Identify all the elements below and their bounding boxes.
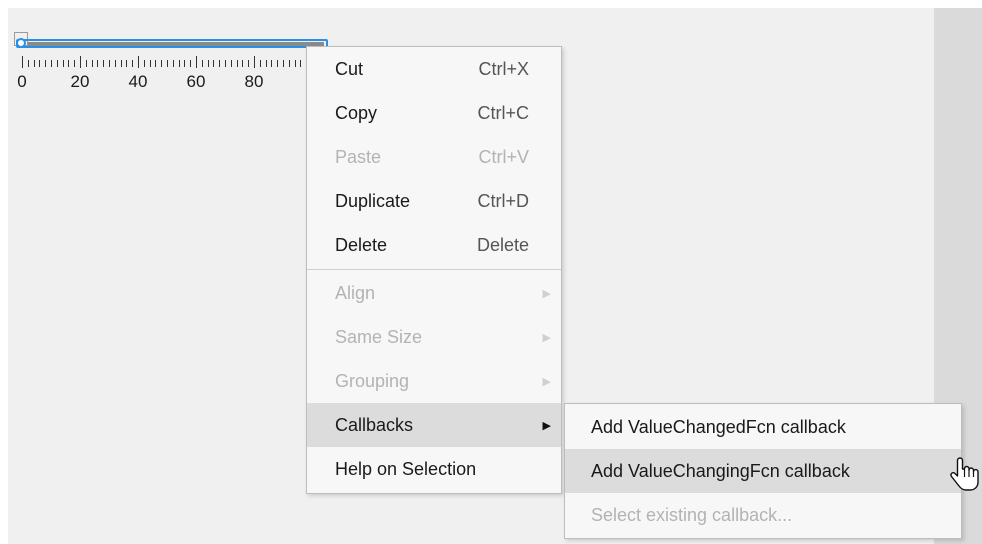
callbacks-submenu: Add ValueChangedFcn callback Add ValueCh… xyxy=(564,403,962,539)
tick-marks xyxy=(12,56,313,72)
minor-tick xyxy=(161,60,163,67)
menu-item-callbacks[interactable]: Callbacks ▶ xyxy=(307,403,561,447)
minor-tick xyxy=(277,60,279,67)
selection-outline xyxy=(16,39,328,48)
submenu-item-add-valuechangingfcn[interactable]: Add ValueChangingFcn callback xyxy=(565,449,961,493)
minor-tick xyxy=(265,60,267,67)
minor-tick xyxy=(300,60,302,67)
menu-item-shortcut: Ctrl+C xyxy=(477,103,529,123)
chevron-right-icon: ▶ xyxy=(542,288,551,300)
slider-thumb[interactable] xyxy=(16,38,26,48)
minor-tick xyxy=(213,60,215,67)
menu-item-label: Callbacks xyxy=(335,415,414,435)
submenu-item-label: Select existing callback... xyxy=(591,505,793,525)
hand-pointer-icon xyxy=(950,457,979,491)
menu-item-label: Help on Selection xyxy=(335,459,477,479)
menu-item-shortcut: Ctrl+X xyxy=(478,59,529,79)
minor-tick xyxy=(56,60,58,67)
minor-tick xyxy=(74,60,76,67)
menu-item-paste[interactable]: Paste Ctrl+V xyxy=(307,135,561,179)
menu-item-grouping[interactable]: Grouping ▶ xyxy=(307,359,561,403)
minor-tick xyxy=(207,60,209,67)
menu-item-shortcut: Delete xyxy=(476,235,529,255)
menu-item-label: Align xyxy=(335,283,376,303)
minor-tick xyxy=(248,60,250,67)
minor-tick xyxy=(120,60,122,67)
submenu-item-label: Add ValueChangedFcn callback xyxy=(591,417,846,437)
context-menu: Cut Ctrl+X Copy Ctrl+C Paste Ctrl+V Dupl… xyxy=(306,46,562,494)
menu-item-cut[interactable]: Cut Ctrl+X xyxy=(307,47,561,91)
minor-tick xyxy=(236,60,238,67)
minor-tick xyxy=(190,60,192,67)
menu-item-label: Copy xyxy=(335,103,378,123)
minor-tick xyxy=(219,60,221,67)
minor-tick xyxy=(242,60,244,67)
minor-tick xyxy=(27,60,29,67)
tick-label: 20 xyxy=(70,72,90,91)
menu-item-shortcut: Ctrl+V xyxy=(478,147,529,167)
submenu-item-label: Add ValueChangingFcn callback xyxy=(591,461,850,481)
menu-item-label: Cut xyxy=(335,59,364,79)
menu-item-help-on-selection[interactable]: Help on Selection xyxy=(307,447,561,491)
menu-item-label: Same Size xyxy=(335,327,423,347)
minor-tick xyxy=(167,60,168,67)
submenu-item-add-valuechangedfcn[interactable]: Add ValueChangedFcn callback xyxy=(565,405,961,449)
tick-label: 40 xyxy=(128,72,148,91)
minor-tick xyxy=(39,60,41,67)
minor-tick xyxy=(97,60,99,67)
minor-tick xyxy=(33,60,35,67)
tick-label: 80 xyxy=(244,72,264,91)
major-tick xyxy=(138,56,139,68)
minor-tick xyxy=(114,60,116,67)
minor-tick xyxy=(103,60,105,67)
minor-tick xyxy=(201,60,203,67)
tick-label: 60 xyxy=(186,72,206,91)
menu-item-label: Delete xyxy=(335,235,388,255)
minor-tick xyxy=(85,60,87,67)
minor-tick xyxy=(132,60,134,67)
chevron-right-icon: ▶ xyxy=(542,420,551,432)
minor-tick xyxy=(283,60,284,67)
major-tick xyxy=(80,56,81,68)
minor-tick xyxy=(172,60,174,67)
minor-tick xyxy=(68,60,70,67)
minor-tick xyxy=(45,60,47,67)
slider-component[interactable]: 0 20 40 60 80 xyxy=(12,32,332,102)
major-tick xyxy=(196,56,197,68)
menu-item-label: Duplicate xyxy=(335,191,411,211)
minor-tick xyxy=(143,60,145,67)
menu-item-label: Paste xyxy=(335,147,382,167)
minor-tick xyxy=(184,60,186,67)
minor-tick xyxy=(109,60,110,67)
menu-item-label: Grouping xyxy=(335,371,410,391)
major-tick xyxy=(22,56,23,68)
menu-item-delete[interactable]: Delete Delete xyxy=(307,223,561,267)
minor-tick xyxy=(225,60,226,67)
chevron-right-icon: ▶ xyxy=(542,376,551,388)
minor-tick xyxy=(62,60,64,67)
menu-item-copy[interactable]: Copy Ctrl+C xyxy=(307,91,561,135)
minor-tick xyxy=(51,60,52,67)
minor-tick xyxy=(271,60,273,67)
minor-tick xyxy=(178,60,180,67)
minor-tick xyxy=(155,60,157,67)
menu-item-same-size[interactable]: Same Size ▶ xyxy=(307,315,561,359)
minor-tick xyxy=(126,60,128,67)
submenu-item-select-existing[interactable]: Select existing callback... xyxy=(565,493,961,537)
menu-separator xyxy=(307,269,561,270)
menu-item-align[interactable]: Align ▶ xyxy=(307,271,561,315)
tick-label: 0 xyxy=(17,72,27,91)
minor-tick xyxy=(149,60,151,67)
menu-item-shortcut: Ctrl+D xyxy=(477,191,529,211)
major-tick xyxy=(254,56,255,68)
minor-tick xyxy=(259,60,261,67)
minor-tick xyxy=(230,60,232,67)
minor-tick xyxy=(294,60,296,67)
chevron-right-icon: ▶ xyxy=(542,332,551,344)
menu-item-duplicate[interactable]: Duplicate Ctrl+D xyxy=(307,179,561,223)
minor-tick xyxy=(288,60,290,67)
minor-tick xyxy=(91,60,93,67)
